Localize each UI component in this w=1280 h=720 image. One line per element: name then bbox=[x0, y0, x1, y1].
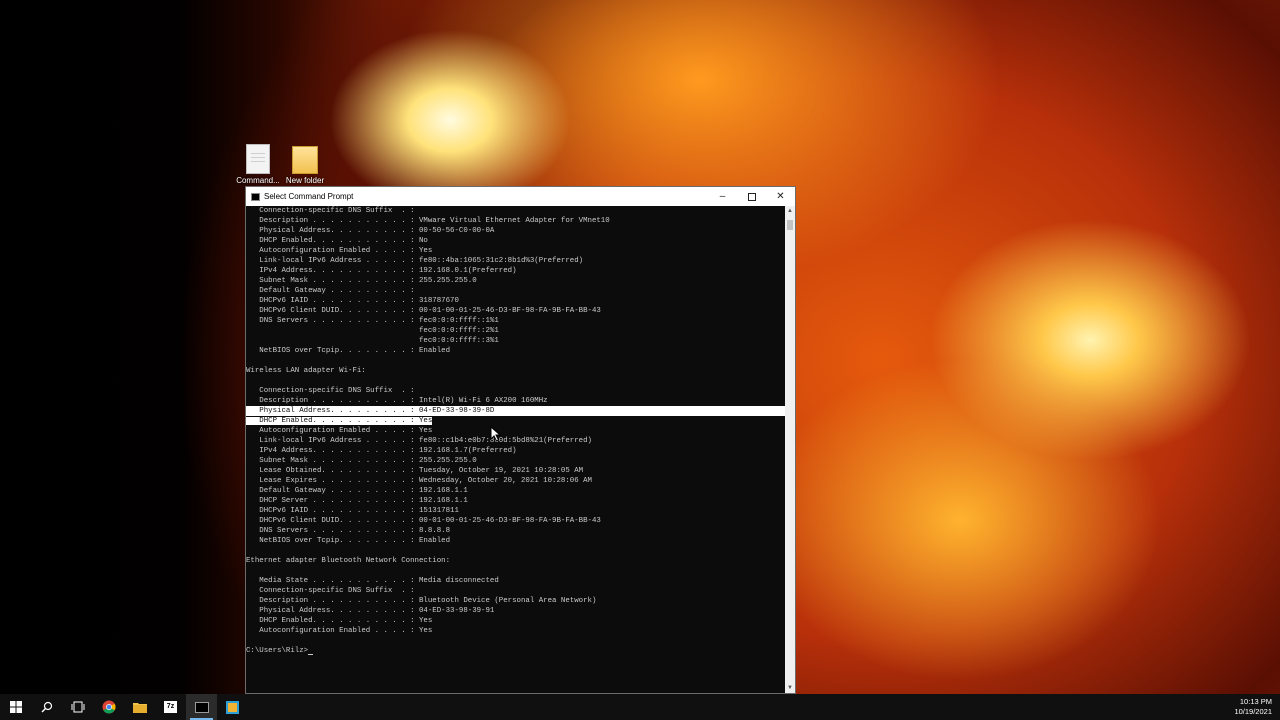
folder-icon bbox=[292, 146, 318, 174]
task-view-button[interactable] bbox=[62, 694, 93, 720]
console-line: DHCP Enabled. . . . . . . . . . . : Yes bbox=[246, 416, 785, 426]
console-line: DHCPv6 Client DUID. . . . . . . . : 00-0… bbox=[246, 517, 601, 525]
clock-date: 10/19/2021 bbox=[1234, 707, 1272, 716]
console-line: DHCP Enabled. . . . . . . . . . . : Yes bbox=[246, 617, 433, 625]
console-line: Default Gateway . . . . . . . . . : bbox=[246, 287, 415, 295]
scroll-down-arrow-icon[interactable]: ▼ bbox=[785, 683, 795, 693]
console-line: DNS Servers . . . . . . . . . . . : 8.8.… bbox=[246, 527, 451, 535]
command-prompt-window[interactable]: Select Command Prompt – ✕ Connection-spe… bbox=[245, 186, 796, 694]
close-button[interactable]: ✕ bbox=[766, 187, 795, 206]
chrome-icon bbox=[102, 700, 115, 714]
console-line: Physical Address. . . . . . . . . : 04-E… bbox=[246, 406, 785, 416]
console-line: IPv4 Address. . . . . . . . . . . : 192.… bbox=[246, 447, 517, 455]
console-line: Link-local IPv6 Address . . . . . : fe80… bbox=[246, 437, 592, 445]
console-line: DHCP Enabled. . . . . . . . . . . : No bbox=[246, 237, 428, 245]
console-line: Media State . . . . . . . . . . . : Medi… bbox=[246, 577, 499, 585]
maximize-button[interactable] bbox=[737, 187, 766, 206]
console-line: NetBIOS over Tcpip. . . . . . . . : Enab… bbox=[246, 347, 451, 355]
console-line: Autoconfiguration Enabled . . . . : Yes bbox=[246, 247, 433, 255]
console-line: Ethernet adapter Bluetooth Network Conne… bbox=[246, 557, 451, 565]
window-titlebar[interactable]: Select Command Prompt – ✕ bbox=[246, 187, 795, 206]
console-line: DHCPv6 Client DUID. . . . . . . . : 00-0… bbox=[246, 307, 601, 315]
7zip-taskbar-button[interactable]: 7z bbox=[155, 694, 186, 720]
console-output[interactable]: Connection-specific DNS Suffix . : Descr… bbox=[246, 206, 785, 693]
console-line: DNS Servers . . . . . . . . . . . : fec0… bbox=[246, 317, 499, 325]
app-taskbar-button[interactable] bbox=[217, 694, 248, 720]
desktop-icon-label: New folder bbox=[285, 176, 325, 185]
console-line: Connection-specific DNS Suffix . : bbox=[246, 387, 415, 395]
console-line: DHCPv6 IAID . . . . . . . . . . . : 1513… bbox=[246, 507, 459, 515]
desktop-icon-label: Command... bbox=[236, 176, 280, 185]
console-line: DHCPv6 IAID . . . . . . . . . . . : 3187… bbox=[246, 297, 459, 305]
file-explorer-icon bbox=[132, 703, 147, 713]
start-button[interactable] bbox=[0, 694, 31, 720]
window-title: Select Command Prompt bbox=[264, 192, 354, 201]
console-line: IPv4 Address. . . . . . . . . . . : 192.… bbox=[246, 267, 517, 275]
windows-start-icon bbox=[9, 701, 22, 713]
document-icon bbox=[246, 144, 270, 174]
console-line: Link-local IPv6 Address . . . . . : fe80… bbox=[246, 257, 584, 265]
console-line: fec0:0:0:ffff::2%1 bbox=[246, 327, 499, 335]
clock-time: 10:13 PM bbox=[1239, 697, 1272, 706]
app-icon bbox=[226, 700, 239, 714]
console-line: Physical Address. . . . . . . . . : 00-5… bbox=[246, 227, 495, 235]
console-line: DHCP Server . . . . . . . . . . . : 192.… bbox=[246, 497, 468, 505]
desktop-icon-new-folder[interactable]: New folder bbox=[283, 146, 327, 185]
command-prompt-taskbar-button[interactable] bbox=[186, 694, 217, 720]
console-line: Default Gateway . . . . . . . . . : 192.… bbox=[246, 487, 468, 495]
console-line: Description . . . . . . . . . . . : VMwa… bbox=[246, 217, 610, 225]
vertical-scrollbar[interactable]: ▲ ▼ bbox=[785, 206, 795, 693]
minimize-button[interactable]: – bbox=[708, 187, 737, 206]
console-line: Physical Address. . . . . . . . . : 04-E… bbox=[246, 607, 495, 615]
console-line: Subnet Mask . . . . . . . . . . . : 255.… bbox=[246, 457, 477, 465]
console-line: Connection-specific DNS Suffix . : bbox=[246, 207, 415, 215]
maximize-icon bbox=[747, 192, 756, 201]
7zip-icon: 7z bbox=[164, 701, 177, 713]
scroll-thumb[interactable] bbox=[787, 220, 793, 230]
minimize-icon: – bbox=[719, 191, 726, 202]
text-cursor bbox=[308, 654, 314, 655]
console-line: Subnet Mask . . . . . . . . . . . : 255.… bbox=[246, 277, 477, 285]
search-button[interactable] bbox=[31, 694, 62, 720]
command-prompt-icon[interactable] bbox=[251, 192, 260, 201]
task-view-icon bbox=[71, 701, 84, 713]
mouse-pointer-icon bbox=[490, 426, 502, 442]
scroll-up-arrow-icon[interactable]: ▲ bbox=[785, 206, 795, 216]
system-clock[interactable]: 10:13 PM 10/19/2021 bbox=[1234, 697, 1272, 717]
command-prompt-icon bbox=[194, 701, 209, 713]
chrome-taskbar-button[interactable] bbox=[93, 694, 124, 720]
console-line: Lease Expires . . . . . . . . . . : Wedn… bbox=[246, 477, 592, 485]
taskbar: 7z 10:13 PM 10/19/2021 bbox=[0, 694, 1280, 720]
console-line: Wireless LAN adapter Wi-Fi: bbox=[246, 367, 366, 375]
command-prompt-line: C:\Users\Rilz> bbox=[246, 646, 785, 656]
console-line: fec0:0:0:ffff::3%1 bbox=[246, 337, 499, 345]
console-line: Description . . . . . . . . . . . : Inte… bbox=[246, 397, 548, 405]
console-line: Autoconfiguration Enabled . . . . : Yes bbox=[246, 427, 433, 435]
console-line: Description . . . . . . . . . . . : Blue… bbox=[246, 597, 597, 605]
console-line: Connection-specific DNS Suffix . : bbox=[246, 587, 415, 595]
console-selection: DHCP Enabled. . . . . . . . . . . : Yes bbox=[246, 417, 433, 425]
search-icon bbox=[41, 701, 52, 713]
desktop-icon-command[interactable]: Command... bbox=[236, 144, 280, 185]
console-line: NetBIOS over Tcpip. . . . . . . . : Enab… bbox=[246, 537, 451, 545]
console-line: Lease Obtained. . . . . . . . . . : Tues… bbox=[246, 467, 584, 475]
file-explorer-taskbar-button[interactable] bbox=[124, 694, 155, 720]
close-icon: ✕ bbox=[776, 191, 785, 202]
console-line: Autoconfiguration Enabled . . . . : Yes bbox=[246, 627, 433, 635]
